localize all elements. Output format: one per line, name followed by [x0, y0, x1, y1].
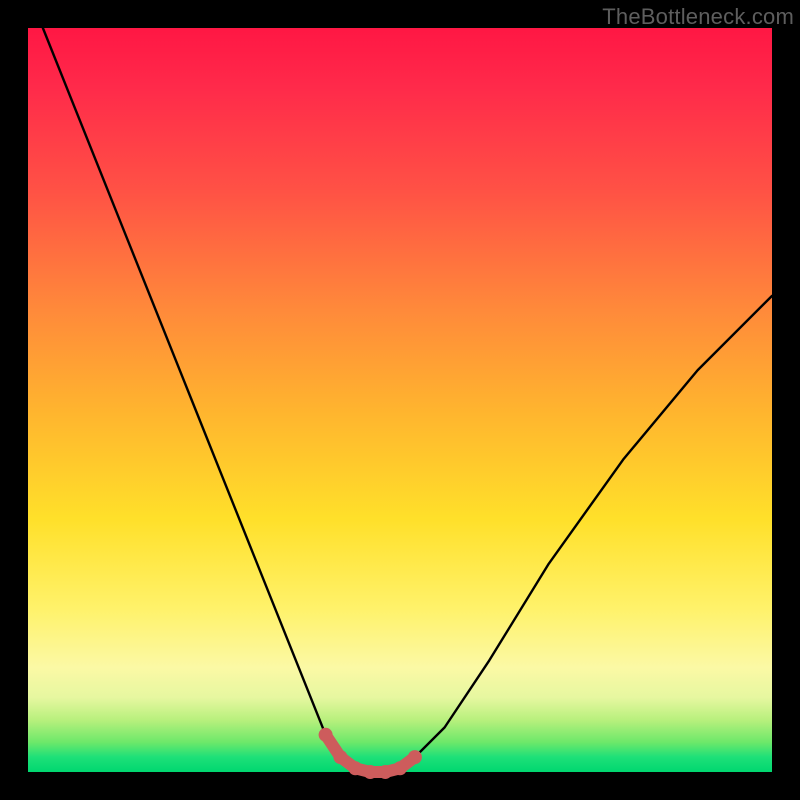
watermark-text: TheBottleneck.com	[602, 4, 794, 30]
trough-dot	[393, 761, 407, 775]
chart-svg	[28, 28, 772, 772]
chart-frame: TheBottleneck.com	[0, 0, 800, 800]
trough-dot	[408, 750, 422, 764]
trough-dot	[319, 728, 333, 742]
bottleneck-curve	[43, 28, 772, 772]
plot-area	[28, 28, 772, 772]
trough-dot	[378, 765, 392, 779]
trough-dot	[333, 750, 347, 764]
trough-dot	[348, 761, 362, 775]
trough-dot	[363, 765, 377, 779]
